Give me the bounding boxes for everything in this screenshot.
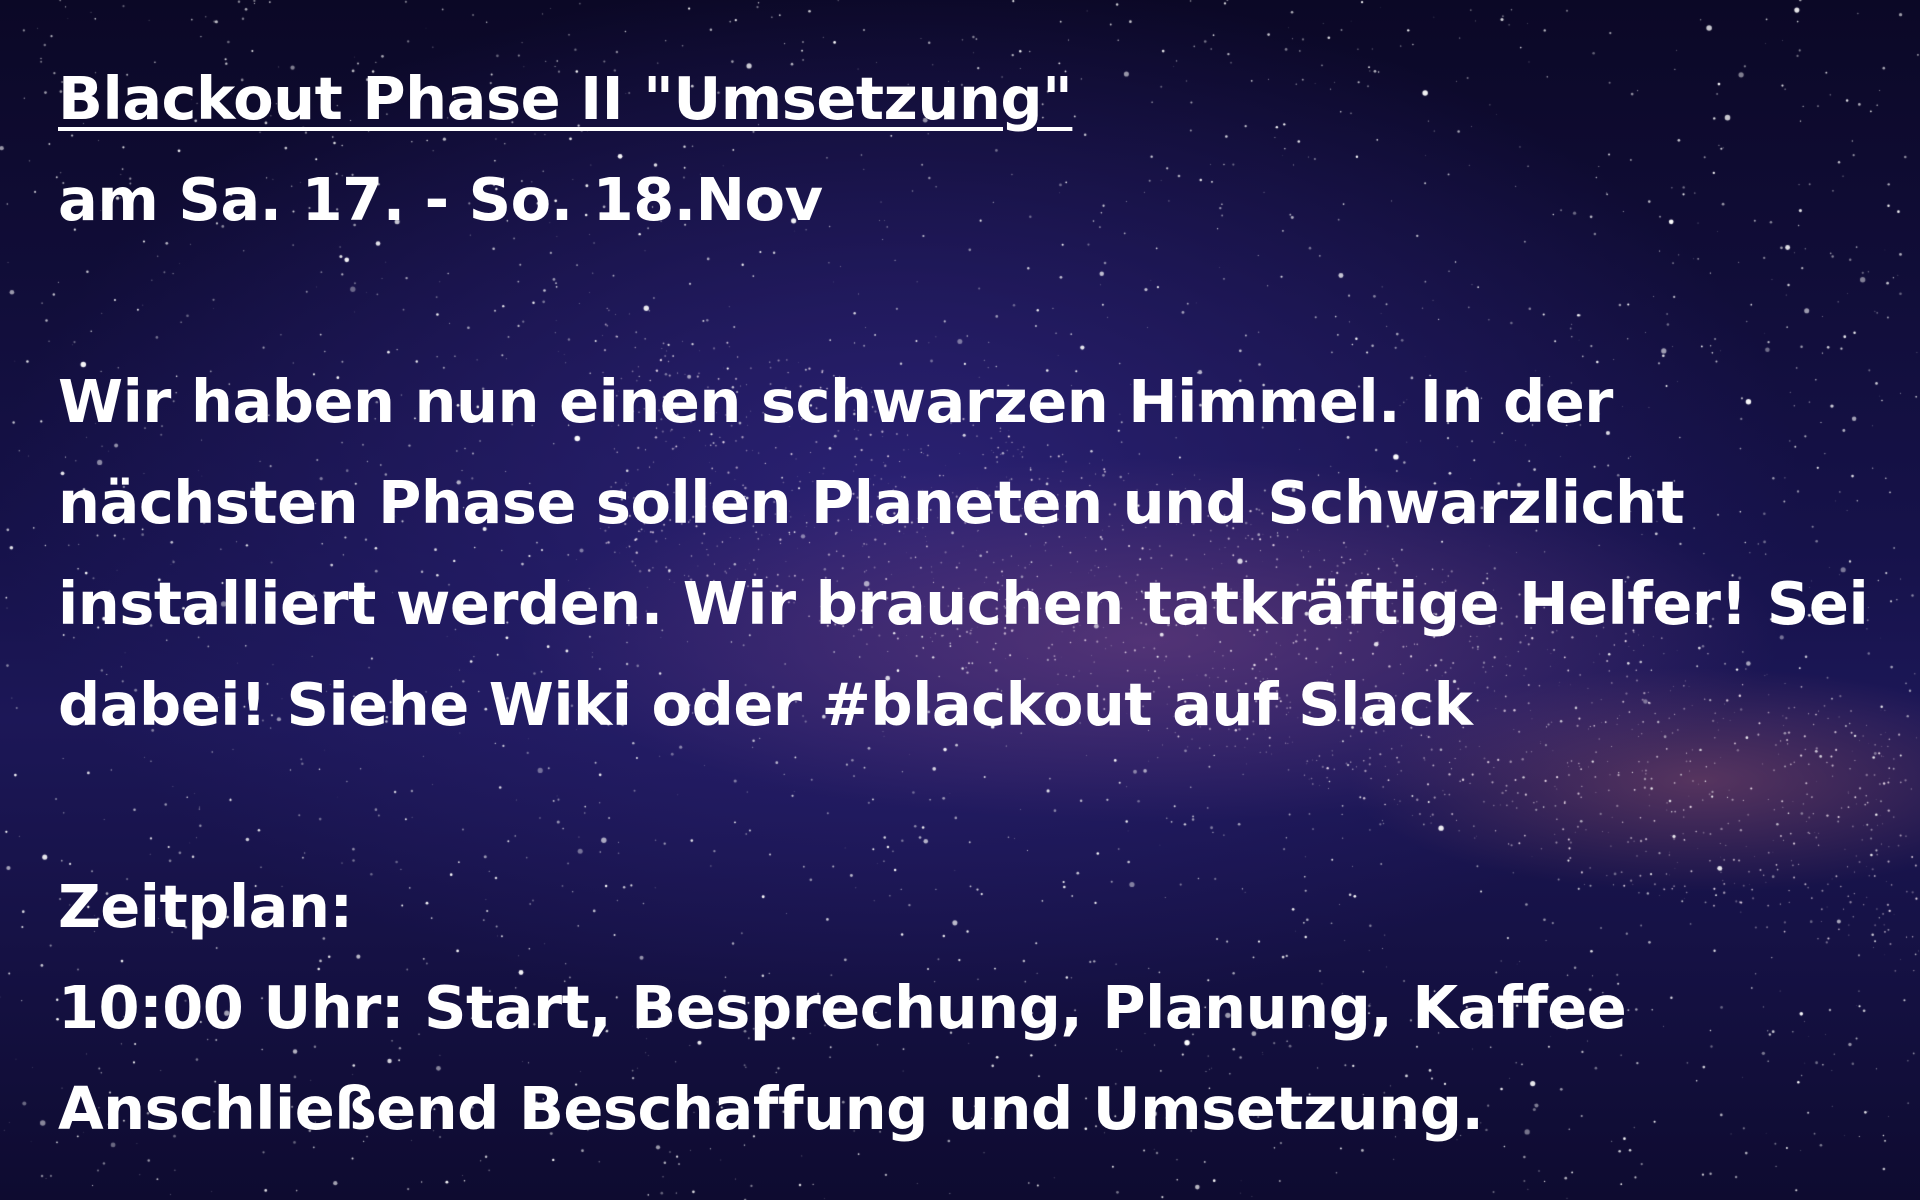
schedule-item: 10:00 Uhr: Start, Besprechung, Planung, …: [58, 973, 1627, 1042]
schedule-heading: Zeitplan:: [58, 872, 353, 941]
body-line: dabei! Siehe Wiki oder #blackout auf Sla…: [58, 670, 1473, 739]
body-line: Wir haben nun einen schwarzen Himmel. In…: [58, 367, 1613, 436]
body-line: installiert werden. Wir brauchen tatkräf…: [58, 569, 1869, 638]
body-line: nächsten Phase sollen Planeten und Schwa…: [58, 468, 1685, 537]
event-date: am Sa. 17. - So. 18.Nov: [58, 165, 823, 234]
schedule-item: Anschließend Beschaffung und Umsetzung.: [58, 1074, 1484, 1143]
announcement-text: Blackout Phase II "Umsetzung" am Sa. 17.…: [58, 48, 1869, 1159]
event-title: Blackout Phase II "Umsetzung": [58, 64, 1073, 133]
